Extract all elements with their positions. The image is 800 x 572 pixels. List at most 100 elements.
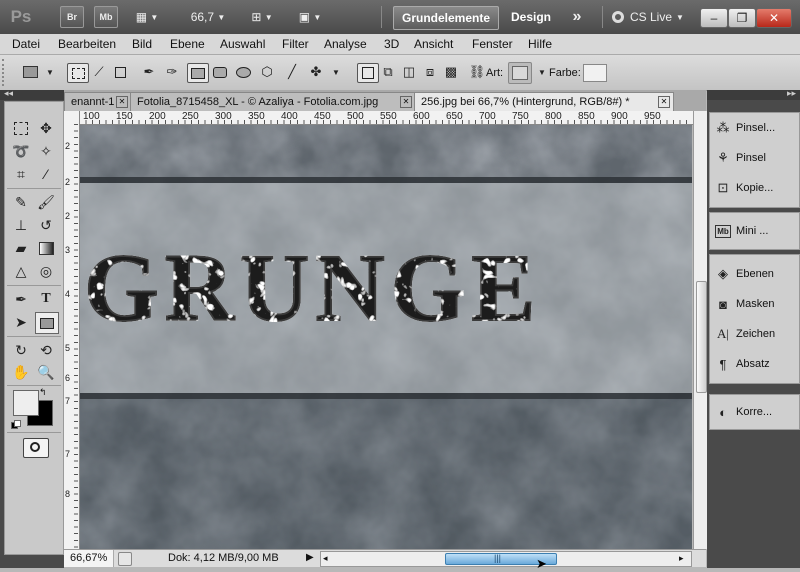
rounded-rectangle-button[interactable] bbox=[210, 63, 230, 81]
chevron-down-icon[interactable]: ▼ bbox=[40, 63, 60, 81]
path-selection-icon[interactable]: ➤ bbox=[10, 312, 32, 332]
menu-bild[interactable]: Bild bbox=[132, 37, 152, 51]
panel-brush-presets[interactable]: ⁂ Pinsel... bbox=[710, 115, 799, 141]
3d-orbit-icon[interactable]: ⟲ bbox=[35, 340, 57, 360]
status-info-icon[interactable] bbox=[118, 552, 132, 566]
tab-unbenannt[interactable]: enannt-1 ✕ bbox=[64, 92, 132, 111]
swap-colors-icon[interactable]: ↰ bbox=[39, 387, 47, 398]
intersect-shape-button[interactable]: ⧈ bbox=[420, 63, 440, 81]
quick-mask-button[interactable] bbox=[23, 438, 49, 458]
minimize-button[interactable]: – bbox=[700, 8, 728, 28]
crop-tool-icon[interactable]: ⌗ bbox=[10, 164, 32, 184]
tool-preset-picker[interactable] bbox=[20, 63, 40, 81]
ellipse-button[interactable] bbox=[233, 63, 253, 81]
close-icon[interactable]: ✕ bbox=[658, 96, 670, 108]
zoom-level-dropdown[interactable]: 66,7 ▼ bbox=[186, 6, 230, 28]
menu-filter[interactable]: Filter bbox=[282, 37, 309, 51]
close-button[interactable]: ✕ bbox=[756, 8, 792, 28]
screen-mode-dropdown[interactable]: ▣ ▼ bbox=[292, 6, 328, 28]
tab-256-jpg[interactable]: 256.jpg bei 66,7% (Hintergrund, RGB/8#) … bbox=[414, 92, 674, 111]
toolbox-header[interactable]: ◂◂ bbox=[0, 88, 64, 100]
chevron-down-icon[interactable]: ▼ bbox=[326, 63, 346, 81]
custom-shape-button[interactable]: ✤ bbox=[306, 63, 326, 81]
menu-ansicht[interactable]: Ansicht bbox=[414, 37, 453, 51]
cs-live-icon bbox=[612, 11, 624, 23]
menu-auswahl[interactable]: Auswahl bbox=[220, 37, 265, 51]
blur-tool-icon[interactable]: △ bbox=[10, 261, 32, 281]
close-icon[interactable]: ✕ bbox=[400, 96, 412, 108]
bridge-button[interactable]: Br bbox=[60, 6, 84, 28]
hand-tool-icon[interactable]: ✋ bbox=[10, 362, 32, 382]
panel-adjustments[interactable]: ◐ Korre... bbox=[710, 399, 799, 425]
polygon-button[interactable]: ⬡ bbox=[257, 63, 277, 81]
tab-fotolia[interactable]: Fotolia_8715458_XL - © Azaliya - Fotolia… bbox=[130, 92, 416, 111]
marquee-tool-icon[interactable] bbox=[10, 118, 32, 138]
dodge-tool-icon[interactable]: ◎ bbox=[35, 261, 57, 281]
type-tool-icon[interactable]: T bbox=[35, 289, 57, 309]
shape-layers-button[interactable] bbox=[67, 63, 89, 83]
style-picker[interactable] bbox=[508, 62, 532, 84]
zoom-tool-icon[interactable]: 🔍 bbox=[35, 362, 57, 382]
exclude-shape-button[interactable]: ▩ bbox=[441, 63, 461, 81]
workspace-grundelemente-button[interactable]: Grundelemente bbox=[393, 6, 499, 30]
freeform-pen-button[interactable]: ✑ bbox=[162, 63, 182, 81]
close-icon[interactable]: ✕ bbox=[116, 96, 128, 108]
scroll-right-arrow-icon[interactable]: ▸ bbox=[679, 553, 684, 564]
link-icon[interactable]: ⛓ bbox=[467, 63, 487, 81]
pen-tool-icon[interactable]: ✒ bbox=[10, 289, 32, 309]
arrange-documents-dropdown[interactable]: ⊞ ▼ bbox=[244, 6, 280, 28]
document-canvas[interactable]: GRUNGE bbox=[80, 125, 692, 549]
menu-hilfe[interactable]: Hilfe bbox=[528, 37, 552, 51]
vertical-scrollbar[interactable] bbox=[693, 111, 707, 549]
panel-dock-header[interactable]: ▸▸ bbox=[707, 88, 800, 100]
vertical-scroll-thumb[interactable] bbox=[696, 281, 707, 393]
pen-tool-button[interactable]: ✒ bbox=[139, 63, 159, 81]
eraser-tool-icon[interactable]: ▰ bbox=[10, 238, 32, 258]
stamp-tool-icon[interactable]: ⊥ bbox=[10, 215, 32, 235]
panel-clone-source[interactable]: ⊡ Kopie... bbox=[710, 175, 799, 201]
rectangle-tool-button[interactable] bbox=[187, 63, 209, 83]
color-swatch[interactable] bbox=[583, 64, 607, 82]
menu-bearbeiten[interactable]: Bearbeiten bbox=[58, 37, 116, 51]
move-tool-icon[interactable]: ✥ bbox=[35, 118, 57, 138]
add-shape-button[interactable]: ⧉ bbox=[378, 63, 398, 81]
magic-wand-icon[interactable]: ✧ bbox=[35, 141, 57, 161]
menu-datei[interactable]: Datei bbox=[12, 37, 40, 51]
panel-masks[interactable]: ◙ Masken bbox=[710, 291, 799, 317]
panel-layers[interactable]: ◈ Ebenen bbox=[710, 261, 799, 287]
panel-character[interactable]: A| Zeichen bbox=[710, 321, 799, 347]
menu-fenster[interactable]: Fenster bbox=[472, 37, 513, 51]
fill-pixels-button[interactable] bbox=[110, 63, 130, 81]
gradient-tool-icon[interactable] bbox=[35, 238, 57, 258]
mini-bridge-button[interactable]: Mb bbox=[94, 6, 118, 28]
brush-tool-icon[interactable]: 🖌 bbox=[35, 192, 57, 212]
foreground-color-swatch[interactable] bbox=[13, 390, 39, 416]
healing-brush-icon[interactable]: ✎ bbox=[10, 192, 32, 212]
more-workspaces-icon[interactable]: » bbox=[567, 6, 587, 28]
history-brush-icon[interactable]: ↺ bbox=[35, 215, 57, 235]
ruler-label: 100 bbox=[83, 111, 100, 122]
default-colors-icon[interactable] bbox=[11, 420, 21, 429]
menu-analyse[interactable]: Analyse bbox=[324, 37, 367, 51]
menu-3d[interactable]: 3D bbox=[384, 37, 399, 51]
panel-mini-bridge[interactable]: Mb Mini ... bbox=[710, 218, 799, 244]
scroll-left-arrow-icon[interactable]: ◂ bbox=[323, 553, 328, 564]
3d-rotate-icon[interactable]: ↻ bbox=[10, 340, 32, 360]
line-button[interactable]: ╱ bbox=[282, 63, 302, 81]
horizontal-scrollbar[interactable]: ◂ ||| ▸ bbox=[320, 551, 692, 567]
panel-brush[interactable]: ⚘ Pinsel bbox=[710, 145, 799, 171]
workspace-design-button[interactable]: Design bbox=[507, 6, 555, 28]
view-extras-dropdown[interactable]: ▦ ▼ bbox=[130, 6, 164, 28]
rectangle-tool-icon[interactable] bbox=[35, 312, 59, 334]
eyedropper-icon[interactable]: ⁄ bbox=[35, 164, 57, 184]
menu-ebene[interactable]: Ebene bbox=[170, 37, 205, 51]
restore-button[interactable]: ❐ bbox=[728, 8, 756, 28]
cs-live-button[interactable]: CS Live ▼ bbox=[612, 6, 694, 28]
lasso-tool-icon[interactable]: ➰ bbox=[10, 141, 32, 161]
status-menu-arrow-icon[interactable]: ▶ bbox=[306, 552, 314, 563]
zoom-field[interactable]: 66,67% bbox=[64, 550, 114, 567]
new-shape-layer-button[interactable] bbox=[357, 63, 379, 83]
paths-button[interactable]: ⟋ bbox=[89, 63, 109, 81]
subtract-shape-button[interactable]: ◫ bbox=[399, 63, 419, 81]
panel-paragraph[interactable]: ¶ Absatz bbox=[710, 351, 799, 377]
